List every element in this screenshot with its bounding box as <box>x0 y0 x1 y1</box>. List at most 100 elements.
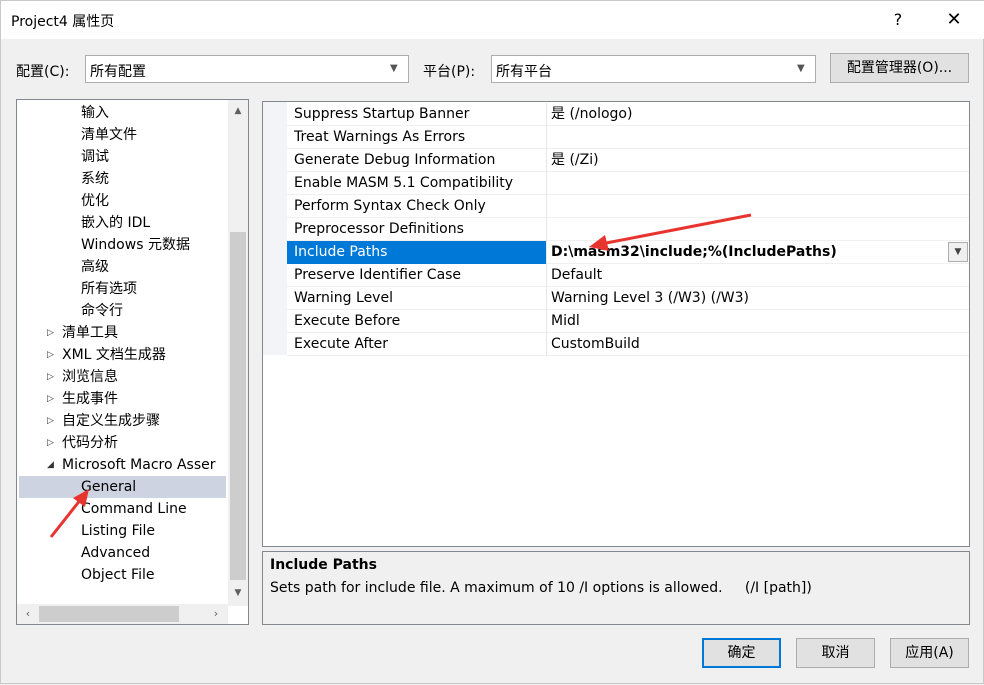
config-combo[interactable]: 所有配置 ▼ <box>85 55 409 83</box>
platform-value: 所有平台 <box>496 64 552 80</box>
tree-horizontal-scrollbar[interactable]: ‹ › <box>17 604 228 624</box>
grid-row[interactable]: Enable MASM 5.1 Compatibility <box>287 172 969 195</box>
ok-button[interactable]: 确定 <box>702 638 781 668</box>
property-value[interactable] <box>547 126 969 149</box>
description-panel: Include Paths Sets path for include file… <box>262 551 970 625</box>
property-name[interactable]: Enable MASM 5.1 Compatibility <box>287 172 547 195</box>
tree-item[interactable]: Advanced <box>19 542 226 564</box>
property-value-text: 是 (/Zi) <box>551 152 599 168</box>
property-value[interactable]: Midl <box>547 310 969 333</box>
property-name[interactable]: Generate Debug Information <box>287 149 547 172</box>
tree-item-label: 生成事件 <box>62 391 118 407</box>
scrollbar-thumb[interactable] <box>230 232 246 580</box>
property-value[interactable] <box>547 218 969 241</box>
scrollbar-thumb[interactable] <box>39 606 179 622</box>
property-name[interactable]: Warning Level <box>287 287 547 310</box>
tree-item[interactable]: ▷ XML 文档生成器 <box>19 344 226 366</box>
property-value-text: Midl <box>551 313 580 329</box>
tree-item[interactable]: 输入 <box>19 102 226 124</box>
tree-item-label: 嵌入的 IDL <box>81 215 151 231</box>
collapsed-arrow-icon[interactable]: ▷ <box>47 410 59 432</box>
scroll-right-icon[interactable]: › <box>207 604 225 624</box>
property-name[interactable]: Execute After <box>287 333 547 356</box>
chevron-down-icon: ▼ <box>797 63 805 74</box>
grid-row[interactable]: Include Paths D:\masm32\include;%(Include… <box>287 241 969 264</box>
grid-row[interactable]: Generate Debug Information 是 (/Zi) <box>287 149 969 172</box>
tree-item-label: 输入 <box>81 105 109 121</box>
property-name[interactable]: Preprocessor Definitions <box>287 218 547 241</box>
tree-item[interactable]: ▷ 清单工具 <box>19 322 226 344</box>
tree-item[interactable]: Command Line <box>19 498 226 520</box>
scroll-left-icon[interactable]: ‹ <box>19 604 37 624</box>
grid-row[interactable]: Preprocessor Definitions <box>287 218 969 241</box>
config-value: 所有配置 <box>90 64 146 80</box>
help-button[interactable]: ? <box>875 5 921 35</box>
cancel-button[interactable]: 取消 <box>796 638 875 668</box>
apply-button[interactable]: 应用(A) <box>890 638 969 668</box>
tree-item[interactable]: ▷ 自定义生成步骤 <box>19 410 226 432</box>
chevron-down-icon[interactable]: ▼ <box>948 242 968 262</box>
platform-combo[interactable]: 所有平台 ▼ <box>491 55 816 83</box>
tree-item[interactable]: Windows 元数据 <box>19 234 226 256</box>
tree-item-label: General <box>81 479 137 495</box>
tree-item[interactable]: 清单文件 <box>19 124 226 146</box>
scroll-up-icon[interactable]: ▲ <box>228 102 248 120</box>
tree-item[interactable]: 命令行 <box>19 300 226 322</box>
property-value[interactable]: 是 (/nologo) <box>547 103 969 126</box>
property-value[interactable]: Warning Level 3 (/W3) (/W3) <box>547 287 969 310</box>
grid-row[interactable]: Suppress Startup Banner 是 (/nologo) <box>287 103 969 126</box>
property-name[interactable]: Execute Before <box>287 310 547 333</box>
grid-row[interactable]: Execute Before Midl <box>287 310 969 333</box>
property-value[interactable]: CustomBuild <box>547 333 969 356</box>
grid-row[interactable]: Preserve Identifier Case Default <box>287 264 969 287</box>
grid-row[interactable]: Perform Syntax Check Only <box>287 195 969 218</box>
chevron-down-icon: ▼ <box>390 63 398 74</box>
scroll-down-icon[interactable]: ▼ <box>228 584 248 602</box>
grid-row[interactable]: Execute After CustomBuild <box>287 333 969 356</box>
tree-item[interactable]: ▷ 浏览信息 <box>19 366 226 388</box>
property-value[interactable]: D:\masm32\include;%(IncludePaths) ▼ <box>547 241 969 264</box>
tree-item[interactable]: 所有选项 <box>19 278 226 300</box>
property-name[interactable]: Suppress Startup Banner <box>287 103 547 126</box>
property-grid[interactable]: Suppress Startup Banner 是 (/nologo) Treat … <box>262 101 970 547</box>
property-tree[interactable]: 输入 清单文件 调试 系统 优化 嵌入的 IDL Windows 元数据 高级 所有选项 命令行 ▷… <box>16 99 249 625</box>
tree-item[interactable]: 嵌入的 IDL <box>19 212 226 234</box>
tree-item[interactable]: 系统 <box>19 168 226 190</box>
tree-item-label: Command Line <box>81 501 187 517</box>
grid-row[interactable]: Treat Warnings As Errors <box>287 126 969 149</box>
property-name[interactable]: Preserve Identifier Case <box>287 264 547 287</box>
tree-item[interactable]: Object File <box>19 564 226 586</box>
grid-gutter <box>263 102 287 355</box>
tree-item-label: 自定义生成步骤 <box>62 413 160 429</box>
title-bar: Project4 属性页 ? ✕ <box>1 1 984 39</box>
close-button[interactable]: ✕ <box>931 5 977 35</box>
property-value[interactable]: 是 (/Zi) <box>547 149 969 172</box>
grid-row[interactable]: Warning Level Warning Level 3 (/W3) (/W3) <box>287 287 969 310</box>
expanded-arrow-icon[interactable]: ◢ <box>47 454 59 476</box>
collapsed-arrow-icon[interactable]: ▷ <box>47 322 59 344</box>
tree-item-label: 高级 <box>81 259 109 275</box>
tree-item[interactable]: Listing File <box>19 520 226 542</box>
property-name[interactable]: Treat Warnings As Errors <box>287 126 547 149</box>
tree-item[interactable]: 高级 <box>19 256 226 278</box>
tree-item[interactable]: ◢ Microsoft Macro Asser <box>19 454 226 476</box>
tree-item[interactable]: ▷ 代码分析 <box>19 432 226 454</box>
tree-item[interactable]: General <box>19 476 226 498</box>
property-value-text: CustomBuild <box>551 336 640 352</box>
config-manager-button[interactable]: 配置管理器(O)... <box>830 53 969 83</box>
tree-item[interactable]: 优化 <box>19 190 226 212</box>
property-value[interactable]: Default <box>547 264 969 287</box>
property-name[interactable]: Include Paths <box>287 241 547 264</box>
property-value[interactable] <box>547 195 969 218</box>
tree-vertical-scrollbar[interactable]: ▲ ▼ <box>228 100 248 606</box>
tree-item[interactable]: ▷ 生成事件 <box>19 388 226 410</box>
property-name[interactable]: Perform Syntax Check Only <box>287 195 547 218</box>
property-value[interactable] <box>547 172 969 195</box>
collapsed-arrow-icon[interactable]: ▷ <box>47 344 59 366</box>
tree-item-label: 所有选项 <box>81 281 137 297</box>
collapsed-arrow-icon[interactable]: ▷ <box>47 432 59 454</box>
tree-item-label: XML 文档生成器 <box>62 347 166 363</box>
collapsed-arrow-icon[interactable]: ▷ <box>47 388 59 410</box>
tree-item[interactable]: 调试 <box>19 146 226 168</box>
collapsed-arrow-icon[interactable]: ▷ <box>47 366 59 388</box>
